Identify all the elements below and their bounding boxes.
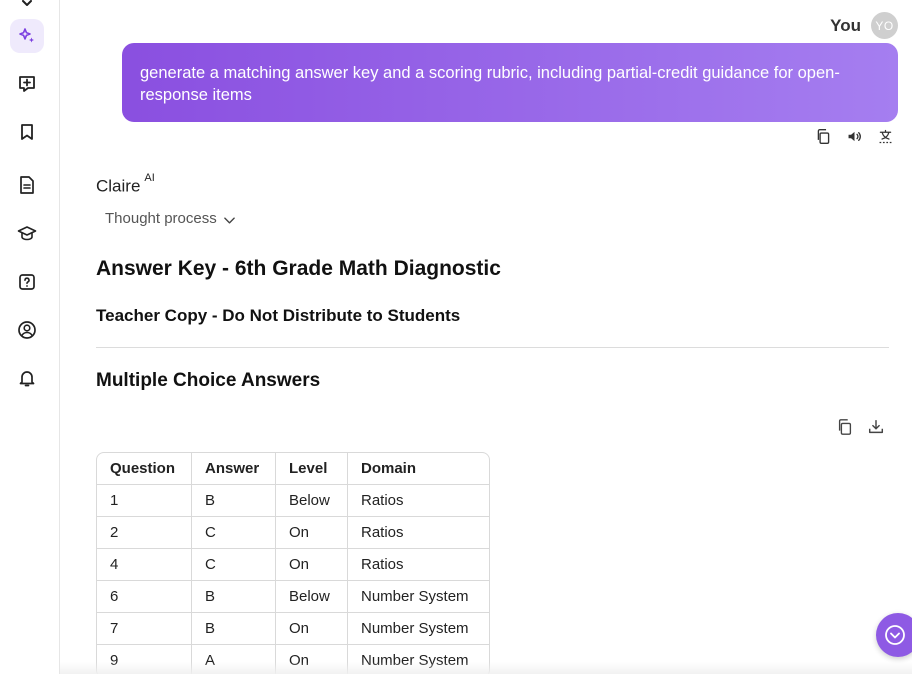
download-icon[interactable] — [867, 417, 885, 437]
table-cell: Below — [276, 485, 348, 517]
table-cell: On — [276, 613, 348, 645]
scroll-to-bottom-button[interactable] — [876, 613, 912, 657]
bell-icon[interactable] — [10, 361, 44, 395]
graduation-cap-icon[interactable] — [10, 216, 44, 250]
table-header-row: Question Answer Level Domain — [97, 453, 489, 485]
table-cell: C — [192, 517, 276, 549]
bottom-fade — [60, 662, 912, 674]
avatar[interactable]: YO — [871, 12, 898, 39]
table-cell: 1 — [97, 485, 192, 517]
table-cell: 4 — [97, 549, 192, 581]
translate-icon[interactable] — [876, 126, 894, 146]
add-note-icon[interactable] — [10, 67, 44, 101]
table-cell: 7 — [97, 613, 192, 645]
table-cell: 2 — [97, 517, 192, 549]
assistant-label: Claire — [96, 176, 141, 196]
table-cell: B — [192, 581, 276, 613]
message-actions — [814, 126, 894, 146]
response-subtitle: Teacher Copy - Do Not Distribute to Stud… — [96, 306, 461, 325]
table-row: 2 C On Ratios — [97, 517, 489, 549]
user-header: You YO — [830, 12, 898, 39]
user-name: You — [830, 15, 861, 35]
bookmark-icon[interactable] — [10, 115, 44, 149]
column-header: Answer — [192, 453, 276, 485]
help-icon[interactable] — [10, 265, 44, 299]
response-title: Answer Key - 6th Grade Math Diagnostic — [96, 257, 501, 280]
copy-icon[interactable] — [814, 126, 832, 146]
profile-icon[interactable] — [10, 313, 44, 347]
table-row: 6 B Below Number System — [97, 581, 489, 613]
answer-table: Question Answer Level Domain 1 B Below R… — [96, 452, 490, 674]
table-actions — [836, 417, 885, 437]
table-cell: B — [192, 613, 276, 645]
table-cell: C — [192, 549, 276, 581]
copy-icon[interactable] — [836, 417, 854, 437]
column-header: Level — [276, 453, 348, 485]
chevron-down-icon[interactable] — [10, 0, 44, 20]
ai-badge: AI — [144, 172, 155, 184]
section-title: Multiple Choice Answers — [96, 370, 321, 391]
table-cell: Number System — [348, 613, 489, 645]
table-cell: Below — [276, 581, 348, 613]
thought-process-toggle[interactable]: Thought process — [105, 210, 236, 227]
table-row: 7 B On Number System — [97, 613, 489, 645]
table-cell: On — [276, 549, 348, 581]
table-cell: 6 — [97, 581, 192, 613]
thought-process-label: Thought process — [105, 210, 217, 227]
sparkle-icon[interactable] — [10, 19, 44, 53]
table-cell: On — [276, 517, 348, 549]
table-row: 4 C On Ratios — [97, 549, 489, 581]
table-cell: Ratios — [348, 485, 489, 517]
column-header: Question — [97, 453, 192, 485]
user-message: generate a matching answer key and a sco… — [122, 43, 898, 122]
document-icon[interactable] — [10, 168, 44, 202]
table-cell: Ratios — [348, 549, 489, 581]
chevron-down-icon — [223, 216, 235, 224]
table-row: 1 B Below Ratios — [97, 485, 489, 517]
assistant-name: Claire AI — [96, 172, 155, 197]
divider — [96, 347, 889, 348]
table-cell: Ratios — [348, 517, 489, 549]
chevron-down-circle-icon — [885, 625, 905, 645]
sidebar — [0, 0, 60, 674]
column-header: Domain — [348, 453, 489, 485]
table-cell: B — [192, 485, 276, 517]
speaker-icon[interactable] — [845, 126, 863, 146]
table-cell: Number System — [348, 581, 489, 613]
